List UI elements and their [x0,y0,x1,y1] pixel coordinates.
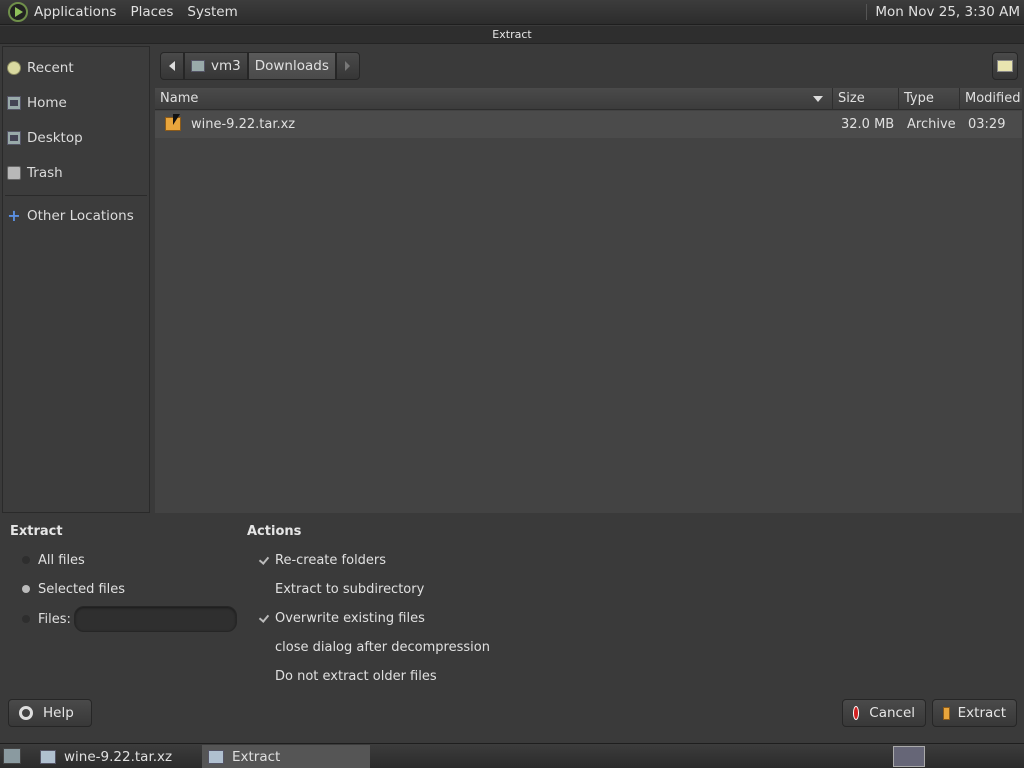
checkbox-label: close dialog after decompression [275,639,490,655]
checkbox-no-older-files[interactable]: Do not extract older files [259,667,437,685]
checkbox-indicator [259,642,269,652]
sidebar-item-desktop[interactable]: Desktop [7,126,145,150]
path-segment-label: vm3 [211,58,241,74]
checkbox-indicator [259,671,269,681]
checkbox-extract-to-subdirectory[interactable]: Extract to subdirectory [259,580,424,598]
archive-extract-icon [943,706,950,720]
file-size: 32.0 MB [841,117,895,132]
plus-icon: + [7,206,21,225]
top-panel: Applications Places System Mon Nov 25, 3… [0,0,1024,25]
extract-button[interactable]: Extract [932,699,1017,727]
path-bar: vm3 Downloads [160,52,360,80]
checkbox-overwrite-existing[interactable]: Overwrite existing files [259,609,425,627]
path-segment-downloads[interactable]: Downloads [247,52,336,80]
applications-logo-icon[interactable] [8,2,28,22]
radio-label: Files: [38,611,71,627]
sort-descending-icon [813,96,823,102]
radio-label: All files [38,552,85,568]
taskbar-item-archive[interactable]: wine-9.22.tar.xz [34,745,194,768]
help-lifebuoy-icon [19,706,33,720]
sidebar-item-label: Other Locations [27,208,134,224]
chevron-left-icon [169,61,175,71]
archive-manager-icon [208,749,224,764]
column-header-label: Name [160,91,199,106]
help-button[interactable]: Help [8,699,92,727]
task-label: Extract [232,748,281,765]
task-label: wine-9.22.tar.xz [64,748,173,765]
extract-options-panel: Extract All files Selected files Files: … [0,514,1024,694]
panel-clock[interactable]: Mon Nov 25, 3:30 AM [866,4,1020,20]
column-header-name[interactable]: Name [155,88,833,110]
radio-files[interactable]: Files: [22,610,71,628]
path-segment-label: Downloads [254,58,329,74]
sidebar-item-label: Home [27,95,67,111]
radio-selected-files[interactable]: Selected files [22,580,125,598]
create-folder-button[interactable] [992,52,1018,80]
column-header-label: Type [904,91,934,106]
checkbox-label: Overwrite existing files [275,610,425,626]
path-segment-vm3[interactable]: vm3 [184,52,248,80]
home-icon [7,96,21,110]
column-header-size[interactable]: Size [833,88,899,110]
checkbox-recreate-folders[interactable]: Re-create folders [259,551,386,569]
radio-indicator [22,556,30,564]
file-name: wine-9.22.tar.xz [191,117,296,132]
show-desktop-icon[interactable] [3,748,21,764]
checkbox-close-dialog[interactable]: close dialog after decompression [259,638,490,656]
places-sidebar: Recent Home Desktop Trash + Other Locati… [2,46,150,513]
extract-heading: Extract [10,524,63,539]
button-label: Cancel [869,705,915,721]
mouse-cursor-icon [173,114,180,125]
menu-places[interactable]: Places [130,4,173,20]
actions-heading: Actions [247,524,302,539]
column-header-modified[interactable]: Modified [960,88,1022,110]
bottom-taskbar: wine-9.22.tar.xz Extract [0,743,1024,768]
file-list: Name Size Type Modified wine-9.22.tar.xz… [155,88,1022,513]
sidebar-item-other-locations[interactable]: + Other Locations [7,204,145,228]
checkbox-indicator [259,613,269,623]
file-type: Archive [907,117,956,132]
table-row[interactable]: wine-9.22.tar.xz 32.0 MB Archive 03:29 [155,111,1022,138]
column-header-row: Name Size Type Modified [155,88,1022,110]
column-header-label: Modified [965,91,1021,106]
trash-icon [7,166,21,180]
sidebar-item-recent[interactable]: Recent [7,56,145,80]
menu-applications[interactable]: Applications [34,4,116,20]
radio-label: Selected files [38,581,126,597]
button-label: Extract [957,705,1006,721]
chevron-right-icon [345,61,351,71]
menu-system[interactable]: System [187,4,237,20]
files-pattern-input[interactable] [74,606,237,632]
sidebar-item-label: Trash [27,165,63,181]
path-forward-button[interactable] [335,52,360,80]
desktop-icon [7,131,21,145]
cancel-icon [853,706,860,720]
radio-indicator [22,615,30,623]
button-label: Help [43,705,74,721]
taskbar-item-extract[interactable]: Extract [202,745,370,768]
radio-indicator [22,585,30,593]
radio-all-files[interactable]: All files [22,551,85,569]
checkbox-label: Re-create folders [275,552,387,568]
sidebar-divider [5,195,147,196]
column-header-type[interactable]: Type [899,88,960,110]
sidebar-item-label: Recent [27,60,74,76]
file-modified: 03:29 [968,117,1006,132]
window-title: Extract [0,26,1024,44]
sidebar-item-trash[interactable]: Trash [7,161,145,185]
archive-manager-icon [40,749,56,764]
workspace-switcher[interactable] [893,746,925,767]
sidebar-item-home[interactable]: Home [7,91,145,115]
home-icon [191,60,205,72]
recent-icon [7,61,21,75]
checkbox-indicator [259,555,269,565]
checkbox-label: Do not extract older files [275,668,437,684]
new-folder-icon [997,60,1013,72]
path-back-button[interactable] [160,52,184,80]
checkbox-indicator [259,584,269,594]
sidebar-item-label: Desktop [27,130,83,146]
checkbox-label: Extract to subdirectory [275,581,425,597]
column-header-label: Size [838,91,865,106]
cancel-button[interactable]: Cancel [842,699,926,727]
